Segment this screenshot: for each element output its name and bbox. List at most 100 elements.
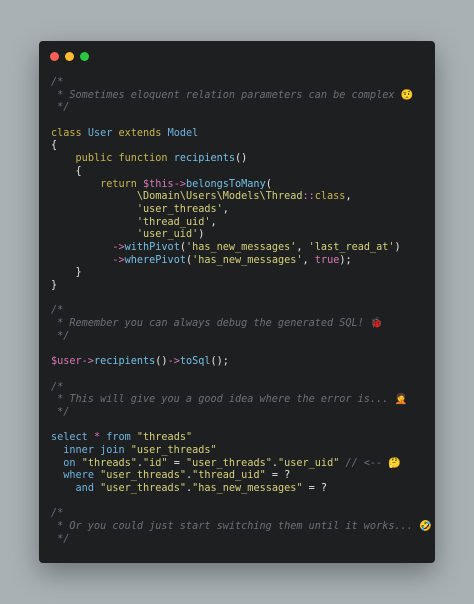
code-token: /* xyxy=(51,508,64,520)
code-token: * This will give you a good idea where t… xyxy=(51,394,395,406)
code-token: $user xyxy=(51,356,82,368)
code-line: { xyxy=(51,140,432,153)
code-token: class xyxy=(314,191,346,203)
minimize-window-button[interactable] xyxy=(65,52,74,61)
code-line: */ xyxy=(51,331,432,344)
code-token: = ? xyxy=(302,483,328,494)
code-token: $this xyxy=(143,178,174,190)
code-token: public function xyxy=(75,153,174,165)
code-line: select * from "threads" xyxy=(51,432,432,445)
code-token: , xyxy=(345,191,352,203)
code-token: toSql xyxy=(179,356,211,368)
code-token: 'user_threads' xyxy=(136,203,223,215)
code-line: \Domain\Users\Models\Thread::class, xyxy=(51,191,432,204)
code-token: and xyxy=(75,483,101,494)
code-token: * xyxy=(93,432,107,444)
code-token: 'user_uid' xyxy=(136,229,199,241)
code-token: "user_threads" xyxy=(100,483,186,494)
code-token: = xyxy=(167,457,186,469)
code-token: "user_threads" xyxy=(100,470,186,482)
code-token: "has_new_messages" xyxy=(192,483,303,494)
code-token: } xyxy=(51,280,58,291)
code-token: , xyxy=(222,203,229,215)
code-token: * Or you could just start switching them… xyxy=(51,521,420,533)
code-token: 'has_new_messages' xyxy=(185,241,297,253)
code-line: * Remember you can always debug the gene… xyxy=(51,318,432,331)
code-token: ) xyxy=(394,241,401,253)
code-token: */ xyxy=(51,406,70,418)
code-token: // <-- xyxy=(339,457,389,469)
code-line: ->wherePivot('has_new_messages', true); xyxy=(51,255,432,268)
code-line: class User extends Model xyxy=(51,128,432,141)
code-token: "threads" xyxy=(81,457,137,469)
code-token: select xyxy=(51,432,94,444)
code-line: on "threads"."id" = "user_threads"."user… xyxy=(51,458,432,471)
code-token: -> xyxy=(112,241,125,253)
code-token: User xyxy=(87,127,119,139)
code-line: /* xyxy=(51,77,432,90)
code-line: /* xyxy=(51,382,432,395)
maximize-window-button[interactable] xyxy=(80,52,89,61)
code-line: $user->recipients()->toSql(); xyxy=(51,356,432,369)
close-window-button[interactable] xyxy=(50,52,59,61)
code-line: where "user_threads"."thread_uid" = ? xyxy=(51,470,432,483)
code-window: /* * Sometimes eloquent relation paramet… xyxy=(39,41,435,563)
code-token: -> xyxy=(112,254,125,266)
code-line: * Sometimes eloquent relation parameters… xyxy=(51,90,432,103)
code-token: "user_threads" xyxy=(130,444,217,456)
code-line: { xyxy=(51,166,432,179)
code-token: on xyxy=(63,457,82,469)
code-token: , xyxy=(302,254,315,266)
code-line: /* xyxy=(51,508,432,521)
code-token: /* xyxy=(51,381,64,393)
code-block: /* * Sometimes eloquent relation paramet… xyxy=(51,77,432,546)
code-line: public function recipients() xyxy=(51,153,432,166)
code-line: return $this->belongsToMany( xyxy=(51,179,432,192)
code-line: /* xyxy=(51,305,432,318)
code-line: * This will give you a good idea where t… xyxy=(51,394,432,407)
code-token: Model xyxy=(167,127,199,139)
code-token: 'thread_uid' xyxy=(136,216,211,228)
code-line: inner join "user_threads" xyxy=(51,445,432,458)
code-line: */ xyxy=(51,102,432,115)
code-token: 'has_new_messages' xyxy=(192,254,303,266)
code-token: recipients xyxy=(173,153,236,165)
code-token: () xyxy=(235,153,248,165)
code-token: -> xyxy=(173,178,186,190)
code-token: /* xyxy=(51,77,64,88)
emoji-icon: 🤔 xyxy=(388,457,402,469)
code-line: */ xyxy=(51,534,432,547)
code-token: , xyxy=(210,216,217,228)
code-token: return xyxy=(100,178,144,190)
code-token: "thread_uid" xyxy=(192,470,266,482)
code-token: wherePivot xyxy=(124,254,186,266)
code-token: -> xyxy=(81,356,94,368)
emoji-icon: 🤦 xyxy=(394,394,408,406)
code-token: { xyxy=(51,165,82,177)
code-token: :: xyxy=(302,191,315,203)
code-line: 'user_uid') xyxy=(51,229,432,242)
code-token: from xyxy=(106,432,137,444)
code-token: "threads" xyxy=(136,432,193,444)
code-token: * Sometimes eloquent relation parameters… xyxy=(51,89,401,101)
code-token: withPivot xyxy=(124,241,180,253)
code-token: * Remember you can always debug the gene… xyxy=(51,318,370,330)
code-token: ) xyxy=(198,229,205,241)
code-token: "id" xyxy=(143,457,168,469)
code-token: = ? xyxy=(265,470,291,482)
code-token: */ xyxy=(51,102,70,114)
code-token: 'last_read_at' xyxy=(308,241,395,253)
code-token: ( xyxy=(265,178,272,190)
code-token: { xyxy=(51,140,58,152)
